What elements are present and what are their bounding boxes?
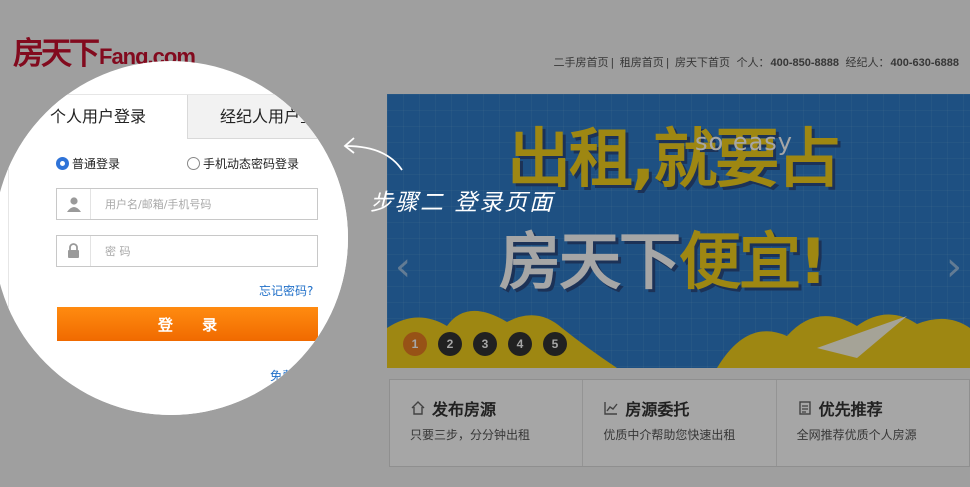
service-recommend-desc: 全网推荐优质个人房源: [796, 428, 917, 442]
banner-prev-arrow[interactable]: ‹: [395, 244, 411, 290]
chart-icon: [603, 400, 619, 416]
service-publish[interactable]: 发布房源 只要三步，分分钟出租: [390, 380, 584, 466]
username-input[interactable]: [105, 190, 305, 218]
spotlight-circle: 个人用户登录 经纪人用户登录 普通登录 手机动态密码登录 用户名/邮箱/手机号码…: [0, 61, 348, 415]
promo-banner[interactable]: 出租,就要占 so easy 房天下便宜! ‹ › 1 2 3 4 5: [387, 94, 970, 368]
service-publish-title: 发布房源: [432, 400, 497, 419]
radio-normal-label: 普通登录: [72, 157, 121, 171]
slide-dot[interactable]: 5: [543, 332, 567, 356]
annotation-arrow-icon: [343, 137, 403, 171]
hotline-personal: 个人：400-850-8888: [735, 56, 839, 69]
service-entrust-desc: 优质中介帮助您快速出租: [603, 428, 736, 442]
radio-mobile-login[interactable]: 手机动态密码登录: [187, 155, 299, 172]
slide-dot[interactable]: 1: [403, 332, 427, 356]
nav-link-home[interactable]: 房天下首页: [675, 56, 730, 69]
forgot-password-link[interactable]: 忘记密码?: [259, 282, 313, 299]
cloud-decoration: [387, 310, 970, 368]
username-field: [56, 188, 318, 220]
hotline-agent-number: 400-630-6888: [890, 57, 959, 69]
service-recommend[interactable]: 优先推荐 全网推荐优质个人房源: [777, 380, 969, 466]
nav-link-ershoufang[interactable]: 二手房首页: [554, 56, 609, 69]
login-panel: 个人用户登录 经纪人用户登录 普通登录 手机动态密码登录 用户名/邮箱/手机号码…: [8, 94, 348, 415]
service-publish-desc: 只要三步，分分钟出租: [410, 428, 531, 442]
service-features: 发布房源 只要三步，分分钟出租 房源委托 优质中介帮助您快速出租 优先推荐 全网…: [389, 379, 970, 467]
tab-personal-login[interactable]: 个人用户登录: [9, 95, 187, 139]
document-icon: [797, 400, 813, 416]
user-icon: [57, 189, 91, 219]
radio-mobile-label: 手机动态密码登录: [203, 157, 300, 171]
hotline-personal-number: 400-850-8888: [770, 57, 839, 69]
house-icon: [410, 400, 426, 416]
password-input[interactable]: [105, 237, 305, 265]
slide-dot[interactable]: 3: [473, 332, 497, 356]
hotline-agent: 经纪人：400-630-6888: [844, 56, 959, 69]
slide-indicators: 1 2 3 4 5: [403, 332, 578, 356]
service-recommend-title-row: 优先推荐: [797, 396, 969, 420]
slide-dot[interactable]: 4: [508, 332, 532, 356]
hotline-personal-label: 个人：: [736, 56, 770, 69]
service-entrust-title: 房源委托: [625, 400, 690, 419]
login-button[interactable]: 登 录: [57, 307, 318, 341]
service-publish-title-row: 发布房源: [410, 396, 582, 420]
banner-next-arrow[interactable]: ›: [946, 244, 962, 290]
slide-dot[interactable]: 2: [438, 332, 462, 356]
banner-so-easy: so easy: [695, 128, 793, 156]
nav-separator: |: [610, 56, 615, 69]
hotline-agent-label: 经纪人：: [845, 56, 890, 69]
service-recommend-title: 优先推荐: [818, 400, 883, 419]
radio-unchecked-icon[interactable]: [187, 157, 200, 170]
top-navigation: 二手房首页 | 租房首页 | 房天下首页 个人：400-850-8888 经纪人：4…: [553, 54, 960, 70]
annotation-step-label: 步骤二 登录页面: [370, 190, 555, 216]
nav-separator: |: [665, 56, 670, 69]
spotlight-inner: 个人用户登录 经纪人用户登录 普通登录 手机动态密码登录 用户名/邮箱/手机号码…: [0, 61, 348, 415]
radio-checked-icon[interactable]: [56, 157, 69, 170]
radio-normal-login[interactable]: 普通登录: [56, 155, 120, 172]
service-entrust[interactable]: 房源委托 优质中介帮助您快速出租: [583, 380, 777, 466]
lock-icon: [57, 236, 91, 266]
password-field: [56, 235, 318, 267]
nav-link-zufang[interactable]: 租房首页: [620, 56, 664, 69]
service-entrust-title-row: 房源委托: [603, 396, 775, 420]
register-link[interactable]: 免费注册: [270, 367, 318, 384]
tab-agent-login[interactable]: 经纪人用户登录: [187, 95, 348, 139]
